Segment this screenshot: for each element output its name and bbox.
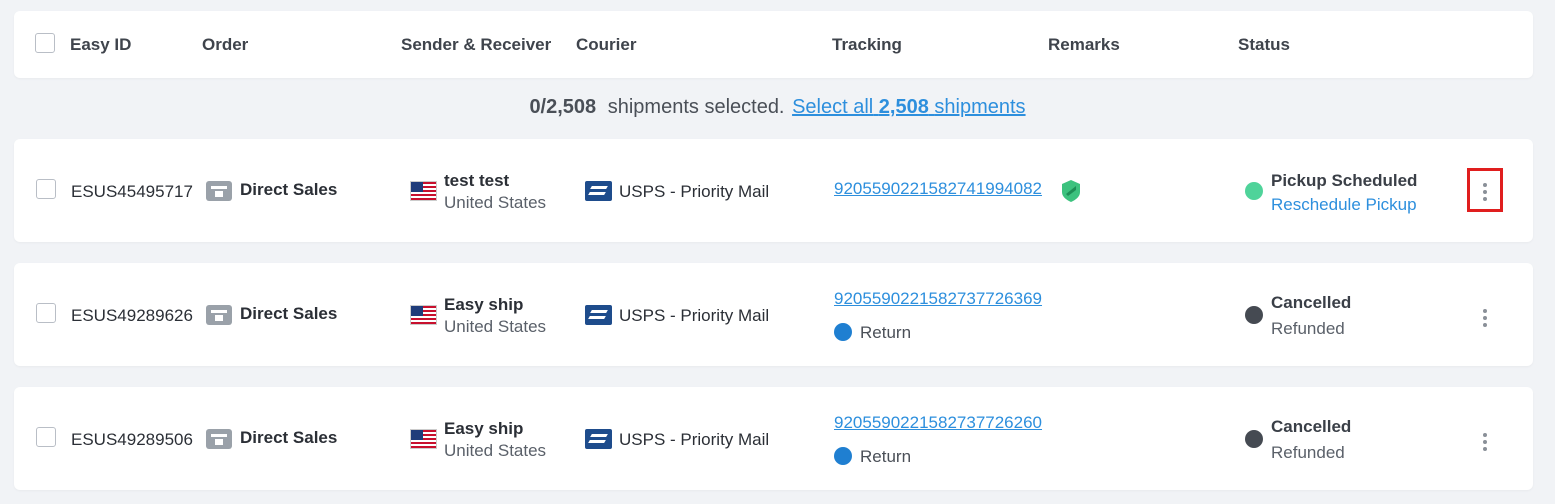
easy-id: ESUS45495717	[71, 182, 193, 201]
reschedule-pickup-link[interactable]: Reschedule Pickup	[1271, 195, 1417, 215]
receiver-name: test test	[444, 171, 510, 190]
status-sub: Refunded	[1271, 319, 1345, 338]
more-options-icon[interactable]	[1467, 294, 1503, 338]
courier-name: USPS - Priority Mail	[619, 306, 770, 325]
table-header: Easy ID Order Sender & Receiver Courier …	[14, 11, 1533, 78]
us-flag-icon	[410, 305, 437, 325]
receiver-name: Easy ship	[444, 295, 524, 314]
usps-logo-icon	[585, 305, 612, 325]
us-flag-icon	[410, 429, 437, 449]
table-row[interactable]: ESUS45495717 Direct Sales test test Unit…	[14, 139, 1533, 242]
column-sender-receiver: Sender & Receiver	[401, 35, 552, 54]
row-checkbox[interactable]	[36, 427, 56, 447]
receiver-name: Easy ship	[444, 419, 524, 438]
selection-summary: 0/2,508 shipments selected. Select all 2…	[0, 96, 1555, 119]
shield-icon	[1062, 180, 1080, 202]
order-name: Direct Sales	[240, 428, 338, 447]
return-dot	[834, 447, 852, 465]
return-dot	[834, 323, 852, 341]
store-icon	[206, 181, 232, 201]
table-row[interactable]: ESUS49289506 Direct Sales Easy ship Unit…	[14, 387, 1533, 490]
receiver-country: United States	[444, 441, 547, 460]
receiver-country: United States	[444, 317, 547, 336]
status-dot	[1245, 306, 1263, 324]
status-title: Cancelled	[1271, 417, 1352, 436]
receiver-country: United States	[444, 193, 547, 212]
row-checkbox[interactable]	[36, 179, 56, 199]
column-tracking: Tracking	[832, 35, 902, 54]
more-options-icon[interactable]	[1467, 418, 1503, 462]
order-name: Direct Sales	[240, 180, 338, 199]
status-dot	[1245, 430, 1263, 448]
tracking-link[interactable]: 9205590221582737726260	[834, 413, 1042, 433]
column-status: Status	[1238, 35, 1290, 54]
status-title: Pickup Scheduled	[1271, 171, 1418, 190]
easy-id: ESUS49289506	[71, 430, 193, 449]
order-name: Direct Sales	[240, 304, 338, 323]
usps-logo-icon	[585, 181, 612, 201]
column-remarks: Remarks	[1048, 35, 1120, 54]
easy-id: ESUS49289626	[71, 306, 193, 325]
column-courier: Courier	[576, 35, 637, 54]
status-dot	[1245, 182, 1263, 200]
tracking-link[interactable]: 9205590221582741994082	[834, 179, 1042, 199]
table-row[interactable]: ESUS49289626 Direct Sales Easy ship Unit…	[14, 263, 1533, 366]
tracking-link[interactable]: 9205590221582737726369	[834, 289, 1042, 309]
selected-count: 0/2,508	[529, 96, 597, 118]
store-icon	[206, 305, 232, 325]
more-options-icon[interactable]	[1467, 168, 1503, 212]
status-title: Cancelled	[1271, 293, 1352, 312]
select-all-checkbox[interactable]	[35, 33, 55, 53]
courier-name: USPS - Priority Mail	[619, 182, 770, 201]
return-label: Return	[860, 323, 912, 342]
return-label: Return	[860, 447, 912, 466]
store-icon	[206, 429, 232, 449]
column-easy-id: Easy ID	[70, 35, 132, 54]
row-checkbox[interactable]	[36, 303, 56, 323]
usps-logo-icon	[585, 429, 612, 449]
column-order: Order	[202, 35, 249, 54]
status-sub: Refunded	[1271, 443, 1345, 462]
courier-name: USPS - Priority Mail	[619, 430, 770, 449]
selected-text: shipments selected.	[607, 96, 785, 118]
select-all-link[interactable]: Select all 2,508 shipments	[792, 96, 1026, 118]
us-flag-icon	[410, 181, 437, 201]
